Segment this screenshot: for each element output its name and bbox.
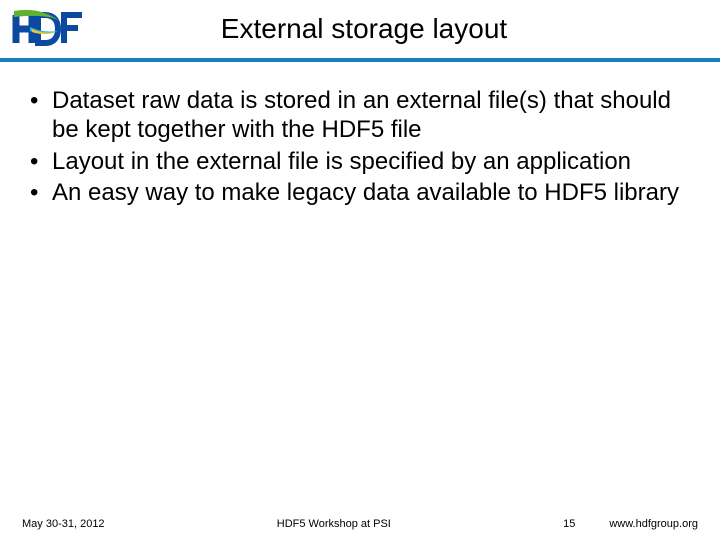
slide-title: External storage layout [110, 13, 708, 45]
footer-url: www.hdfgroup.org [609, 518, 698, 530]
hdf-logo [12, 9, 90, 49]
bullet-list: Dataset raw data is stored in an externa… [28, 86, 692, 207]
slide-header: External storage layout [0, 0, 720, 58]
list-item: An easy way to make legacy data availabl… [28, 178, 692, 207]
slide-body: Dataset raw data is stored in an externa… [0, 62, 720, 207]
hdf-logo-icon [12, 9, 90, 49]
list-item: Dataset raw data is stored in an externa… [28, 86, 692, 145]
list-item: Layout in the external file is specified… [28, 147, 692, 176]
footer-date: May 30-31, 2012 [22, 518, 105, 530]
slide-footer: May 30-31, 2012 HDF5 Workshop at PSI 15 … [0, 518, 720, 530]
footer-center: HDF5 Workshop at PSI [105, 518, 564, 530]
footer-page-number: 15 [563, 518, 575, 530]
